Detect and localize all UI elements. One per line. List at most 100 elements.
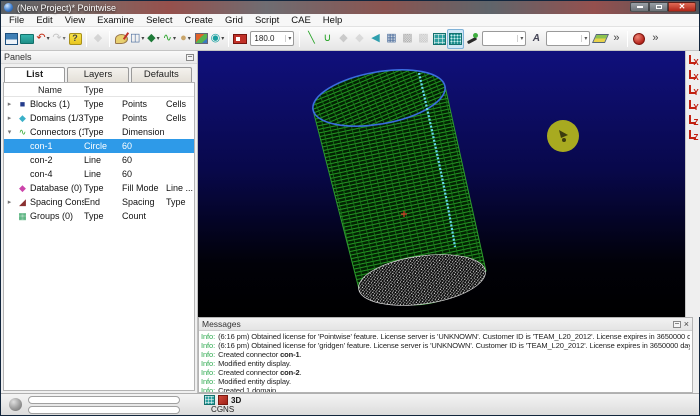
entity-name-combo-arrow-icon[interactable]: ▾ <box>581 35 589 42</box>
float-messages-button[interactable] <box>673 321 681 328</box>
toolbar-overflow-button-2[interactable]: » <box>647 29 663 49</box>
menu-edit[interactable]: Edit <box>30 14 58 27</box>
tree-column-type[interactable]: Type <box>84 85 122 95</box>
tree-cell-name: con-1 <box>30 141 84 151</box>
chevron-right-icon: » <box>613 33 619 44</box>
layers-button[interactable] <box>592 29 608 49</box>
rename-button[interactable]: A <box>528 29 544 49</box>
toolbar: ↶▾↷▾?◆◫▾◆▾∿▾●▾◉▾180.0▾╲∪◆◆◀▦▩▩▾A▾»» <box>1 27 699 51</box>
sweep-button[interactable]: ◀ <box>367 29 383 49</box>
status-field-2[interactable] <box>28 406 180 414</box>
undo-button[interactable]: ↶▾ <box>35 29 51 49</box>
menu-examine[interactable]: Examine <box>91 14 140 27</box>
message-text: con-1 <box>280 350 300 359</box>
open-button[interactable] <box>19 29 35 49</box>
create-block-button[interactable]: ◫▾ <box>129 29 145 49</box>
dimension-tool-button[interactable] <box>464 29 480 49</box>
create-database-entity-button[interactable]: ●▾ <box>177 29 193 49</box>
status-bar: 3D CGNS <box>1 393 699 415</box>
draw-database-button[interactable] <box>113 29 129 49</box>
tree-expander-icon[interactable]: ▸ <box>4 114 15 122</box>
split-button[interactable]: ▩ <box>399 29 415 49</box>
view-minus-z-button[interactable]: Z <box>687 128 700 142</box>
help-button[interactable]: ? <box>67 29 83 49</box>
close-messages-button[interactable]: × <box>684 320 689 329</box>
menu-file[interactable]: File <box>3 14 30 27</box>
entity-name-combo[interactable]: ▾ <box>546 31 590 46</box>
tree-row-blocks[interactable]: ▸■Blocks (1)TypePointsCells <box>4 97 194 111</box>
axis-toolbar: XXYYZZ <box>685 51 700 317</box>
tab-defaults[interactable]: Defaults <box>131 67 192 82</box>
rotation-angle-combo-arrow-icon[interactable]: ▾ <box>285 35 293 42</box>
view-minus-y-button[interactable]: Y <box>687 98 700 112</box>
tree-row-con-4[interactable]: con-4Line60 <box>4 167 194 181</box>
status-field-1[interactable] <box>28 396 180 404</box>
display-attributes-button[interactable] <box>193 29 209 49</box>
title-bar[interactable]: (New Project)* Pointwise ✕ <box>1 1 699 14</box>
view-plus-x-button[interactable]: X <box>687 53 700 67</box>
menu-view[interactable]: View <box>59 14 91 27</box>
blue-box-icon: ▦ <box>386 33 396 44</box>
tree-row-connectors[interactable]: ▾∿Connectors (1/3)TypeDimension <box>4 125 194 139</box>
tree-row-database[interactable]: ◆Database (0)TypeFill ModeLine ... <box>4 181 194 195</box>
undo-button-dropdown[interactable]: ▾ <box>47 35 50 42</box>
tree-expander-icon[interactable]: ▾ <box>4 128 15 136</box>
view-plus-z-button[interactable]: Z <box>687 113 700 127</box>
tree-row-groups[interactable]: ▦Groups (0)TypeCount <box>4 209 194 223</box>
structured-domain-button[interactable] <box>431 29 447 49</box>
arc-curve-button[interactable]: ∪ <box>319 29 335 49</box>
float-panel-button[interactable] <box>186 54 194 61</box>
tree-expander-icon[interactable]: ▸ <box>4 100 15 108</box>
menu-select[interactable]: Select <box>140 14 178 27</box>
set-view-button[interactable] <box>232 29 248 49</box>
mask-button[interactable] <box>631 29 647 49</box>
create-connector-button[interactable]: ∿▾ <box>161 29 177 49</box>
tree-row-con-2[interactable]: con-2Line60 <box>4 153 194 167</box>
minimize-button[interactable] <box>630 2 649 12</box>
viewport-canvas[interactable] <box>198 51 685 317</box>
two-point-curve-button[interactable]: ╲ <box>303 29 319 49</box>
dimension-combo-arrow-icon[interactable]: ▾ <box>517 35 525 42</box>
redo-button[interactable]: ↷▾ <box>51 29 67 49</box>
menu-cae[interactable]: CAE <box>285 14 317 27</box>
tree-expander-icon[interactable]: ▸ <box>4 198 15 206</box>
dimension-label: 3D <box>231 396 241 405</box>
tab-layers[interactable]: Layers <box>67 67 128 82</box>
tree-row-spacing-constraints[interactable]: ▸◢Spacing Constrai...EndSpacingType <box>4 195 194 209</box>
save-button[interactable] <box>3 29 19 49</box>
revolve-button[interactable]: ◆ <box>351 29 367 49</box>
palette-icon <box>115 34 128 44</box>
orient-view-button-dropdown[interactable]: ▾ <box>221 35 224 42</box>
status-fields <box>28 396 180 414</box>
rotation-angle-combo[interactable]: 180.0▾ <box>250 31 294 46</box>
create-database-entity-button-dropdown[interactable]: ▾ <box>188 35 191 42</box>
maximize-button[interactable] <box>649 2 668 12</box>
orient-view-button[interactable]: ◉▾ <box>209 29 225 49</box>
toolbar-overflow-button[interactable]: » <box>608 29 624 49</box>
message-line: Info:Created connector con-2. <box>201 368 690 377</box>
dimension-combo[interactable]: ▾ <box>482 31 526 46</box>
create-domain-button[interactable]: ◆▾ <box>145 29 161 49</box>
tab-list[interactable]: List <box>4 67 65 82</box>
join-button[interactable]: ▩ <box>415 29 431 49</box>
tree-row-con-1[interactable]: con-1Circle60 <box>4 139 194 153</box>
create-connector-button-dropdown[interactable]: ▾ <box>173 35 176 42</box>
axis-arrow-icon <box>689 115 696 124</box>
assemble-block-button[interactable]: ▦ <box>383 29 399 49</box>
menu-create[interactable]: Create <box>178 14 219 27</box>
create-domain-button-dropdown[interactable]: ▾ <box>157 35 160 42</box>
view-plus-y-button[interactable]: Y <box>687 83 700 97</box>
tree-column-name[interactable]: Name <box>30 85 84 95</box>
extrude-button[interactable]: ◆ <box>335 29 351 49</box>
redo-button-dropdown[interactable]: ▾ <box>63 35 66 42</box>
menu-help[interactable]: Help <box>317 14 349 27</box>
menu-grid[interactable]: Grid <box>219 14 249 27</box>
tree-row-domains[interactable]: ▸◆Domains (1/3)TypePointsCells <box>4 111 194 125</box>
green-line-icon: ╲ <box>308 33 315 44</box>
close-button[interactable]: ✕ <box>668 2 696 12</box>
unstructured-domain-button[interactable] <box>447 29 464 49</box>
create-block-button-dropdown[interactable]: ▾ <box>141 35 144 42</box>
view-minus-x-button[interactable]: X <box>687 68 700 82</box>
menu-script[interactable]: Script <box>249 14 285 27</box>
paste-button[interactable]: ◆ <box>90 29 106 49</box>
